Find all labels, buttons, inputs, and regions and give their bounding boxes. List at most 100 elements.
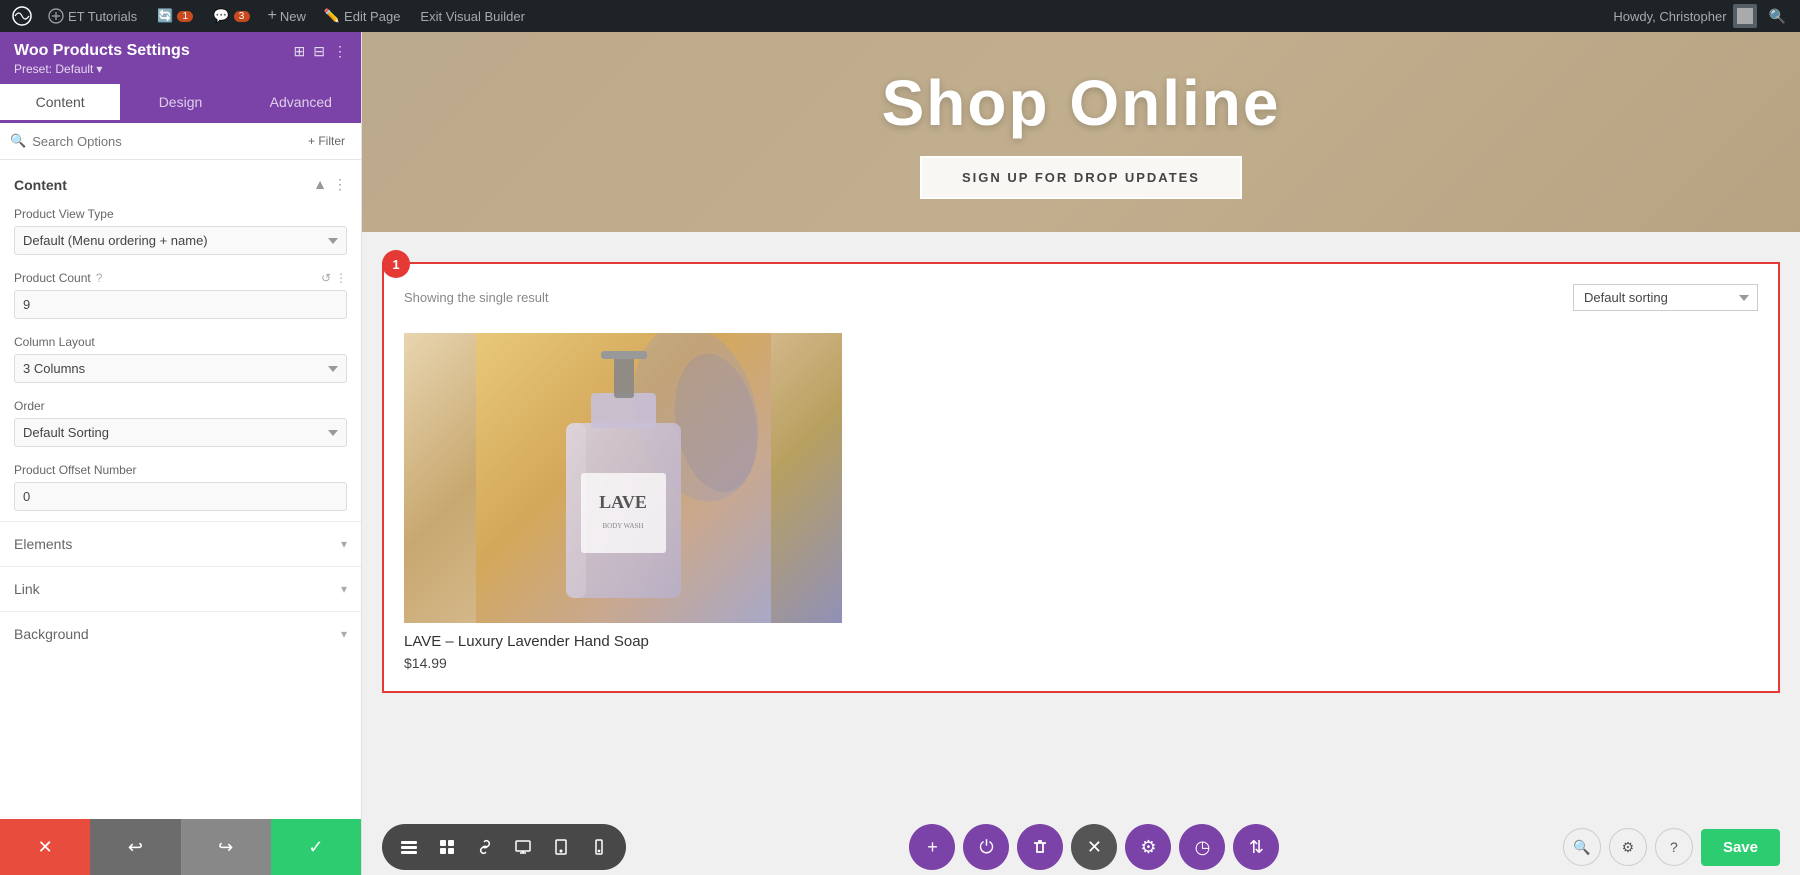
admin-avatar: [1733, 4, 1757, 28]
toolbar-delete-button[interactable]: [1017, 824, 1063, 870]
background-arrow-icon: ▾: [341, 627, 347, 641]
save-button[interactable]: Save: [1701, 829, 1780, 866]
admin-bar-edit-page[interactable]: ✏️ Edit Page: [316, 8, 409, 24]
panel-preset-label: Preset: Default: [14, 62, 93, 76]
section-icons: ▲ ⋮: [313, 176, 347, 193]
section-collapse-icon[interactable]: ▲: [313, 176, 327, 193]
admin-bar-et-tutorials[interactable]: ET Tutorials: [40, 8, 145, 24]
admin-bar-right: Howdy, Christopher 🔍: [1613, 4, 1792, 28]
product-count-icons: ↺ ⋮: [321, 271, 347, 285]
label-product-view-type: Product View Type: [14, 207, 347, 221]
panel-columns-icon[interactable]: ⊟: [313, 43, 325, 60]
toolbar-gear-button[interactable]: ⚙: [1125, 824, 1171, 870]
field-order: Order Default Sorting Popularity Rating …: [0, 393, 361, 457]
link-arrow-icon: ▾: [341, 582, 347, 596]
admin-bar-updates[interactable]: 🔄 1: [149, 8, 201, 24]
collapsible-header-elements[interactable]: Elements ▾: [0, 522, 361, 566]
panel-tabs: Content Design Advanced: [0, 84, 361, 123]
toolbar-action-buttons: + ⏻ ✕ ⚙ ◷ ⇅: [909, 824, 1279, 870]
shop-sort-select[interactable]: Default sorting Sort by popularity Sort …: [1573, 284, 1758, 311]
toolbar-link-icon[interactable]: [468, 830, 502, 864]
hero-cta-button[interactable]: SIGN UP FOR DROP UPDATES: [920, 156, 1242, 199]
product-grid: LAVE BODY WASH LAVE – Luxury Lavender Ha…: [404, 333, 1758, 671]
select-order[interactable]: Default Sorting Popularity Rating Date: [14, 418, 347, 447]
toolbar-settings-right-icon[interactable]: ⚙: [1609, 828, 1647, 866]
panel-preset-arrow: ▾: [96, 62, 102, 76]
toolbar-tablet-icon[interactable]: [544, 830, 578, 864]
label-column-layout: Column Layout: [14, 335, 347, 349]
content-section: Content ▲ ⋮ Product View Type Default (M…: [0, 160, 361, 521]
field-product-offset: Product Offset Number: [0, 457, 361, 521]
toolbar-sort-button[interactable]: ⇅: [1233, 824, 1279, 870]
panel-preset[interactable]: Preset: Default ▾: [14, 62, 347, 76]
collapsible-header-background[interactable]: Background ▾: [0, 612, 361, 656]
input-product-offset[interactable]: [14, 482, 347, 511]
section-more-icon[interactable]: ⋮: [333, 176, 347, 193]
panel-undo-button[interactable]: ↩: [90, 819, 180, 875]
shop-meta-bar: Showing the single result Default sortin…: [404, 284, 1758, 317]
toolbar-desktop-icon[interactable]: [506, 830, 540, 864]
filter-button[interactable]: + Filter: [302, 131, 351, 151]
field-product-count: Product Count ? ↺ ⋮: [0, 265, 361, 329]
elements-arrow-icon: ▾: [341, 537, 347, 551]
toolbar-search-right-icon[interactable]: 🔍: [1563, 828, 1601, 866]
product-count-more-icon[interactable]: ⋮: [335, 271, 347, 285]
section-background: Background ▾: [0, 611, 361, 656]
settings-panel: Woo Products Settings ⊞ ⊟ ⋮ Preset: Defa…: [0, 32, 362, 875]
main-layout: Woo Products Settings ⊞ ⊟ ⋮ Preset: Defa…: [0, 0, 1800, 875]
product-name: LAVE – Luxury Lavender Hand Soap: [404, 633, 842, 650]
product-count-reset-icon[interactable]: ↺: [321, 271, 331, 285]
panel-title-icons: ⊞ ⊟ ⋮: [294, 43, 347, 60]
collapsible-title-background: Background: [14, 626, 89, 642]
tab-design[interactable]: Design: [120, 84, 240, 123]
search-input[interactable]: [32, 134, 296, 149]
product-module: 1 Showing the single result Default sort…: [382, 262, 1780, 693]
tab-content[interactable]: Content: [0, 84, 120, 123]
panel-redo-button[interactable]: ↪: [181, 819, 271, 875]
panel-header: Woo Products Settings ⊞ ⊟ ⋮ Preset: Defa…: [0, 32, 361, 84]
product-image: LAVE BODY WASH: [404, 333, 842, 623]
toolbar-help-right-icon[interactable]: ?: [1655, 828, 1693, 866]
toolbar-power-button[interactable]: ⏻: [963, 824, 1009, 870]
toolbar-add-button[interactable]: +: [909, 824, 955, 870]
admin-search-icon[interactable]: 🔍: [1763, 8, 1792, 25]
svg-text:BODY WASH: BODY WASH: [602, 522, 643, 530]
collapsible-header-link[interactable]: Link ▾: [0, 567, 361, 611]
svg-text:LAVE: LAVE: [599, 492, 647, 512]
admin-bar-new[interactable]: + New: [262, 7, 312, 25]
product-count-help-icon[interactable]: ?: [96, 271, 103, 285]
shop-results-text: Showing the single result: [404, 290, 549, 305]
product-card[interactable]: LAVE BODY WASH LAVE – Luxury Lavender Ha…: [404, 333, 842, 671]
panel-cancel-button[interactable]: ✕: [0, 819, 90, 875]
admin-bar-exit-builder[interactable]: Exit Visual Builder: [412, 9, 533, 24]
toolbar-mobile-icon[interactable]: [582, 830, 616, 864]
field-product-view-type: Product View Type Default (Menu ordering…: [0, 201, 361, 265]
hero-section: Shop Online SIGN UP FOR DROP UPDATES: [362, 32, 1800, 232]
panel-bottom-bar: ✕ ↩ ↪ ✓: [0, 819, 361, 875]
panel-scroll: Content ▲ ⋮ Product View Type Default (M…: [0, 160, 361, 875]
panel-grid-icon[interactable]: ⊞: [294, 43, 306, 60]
field-column-layout: Column Layout 1 Column 2 Columns 3 Colum…: [0, 329, 361, 393]
label-order: Order: [14, 399, 347, 413]
wp-logo-icon[interactable]: [8, 2, 36, 30]
panel-title: Woo Products Settings: [14, 42, 190, 60]
toolbar-grid-icon[interactable]: [430, 830, 464, 864]
select-column-layout[interactable]: 1 Column 2 Columns 3 Columns 4 Columns: [14, 354, 347, 383]
tab-advanced[interactable]: Advanced: [241, 84, 361, 123]
content-area: 1 Showing the single result Default sort…: [362, 232, 1800, 875]
section-elements: Elements ▾: [0, 521, 361, 566]
toolbar-history-button[interactable]: ◷: [1179, 824, 1225, 870]
panel-more-icon[interactable]: ⋮: [333, 43, 347, 60]
select-product-view-type[interactable]: Default (Menu ordering + name) By Catego…: [14, 226, 347, 255]
admin-bar-comments[interactable]: 💬 3: [205, 8, 257, 24]
panel-save-button[interactable]: ✓: [271, 819, 361, 875]
product-price: $14.99: [404, 655, 842, 671]
bottom-toolbar: + ⏻ ✕ ⚙ ◷ ⇅ 🔍 ⚙ ? Save: [362, 819, 1800, 875]
input-product-count[interactable]: [14, 290, 347, 319]
toolbar-close-button[interactable]: ✕: [1071, 824, 1117, 870]
admin-user-greeting: Howdy, Christopher: [1613, 9, 1726, 24]
label-product-count: Product Count ? ↺ ⋮: [14, 271, 347, 285]
comments-badge: 3: [234, 11, 250, 22]
toolbar-rows-icon[interactable]: [392, 830, 426, 864]
updates-badge: 1: [177, 11, 193, 22]
